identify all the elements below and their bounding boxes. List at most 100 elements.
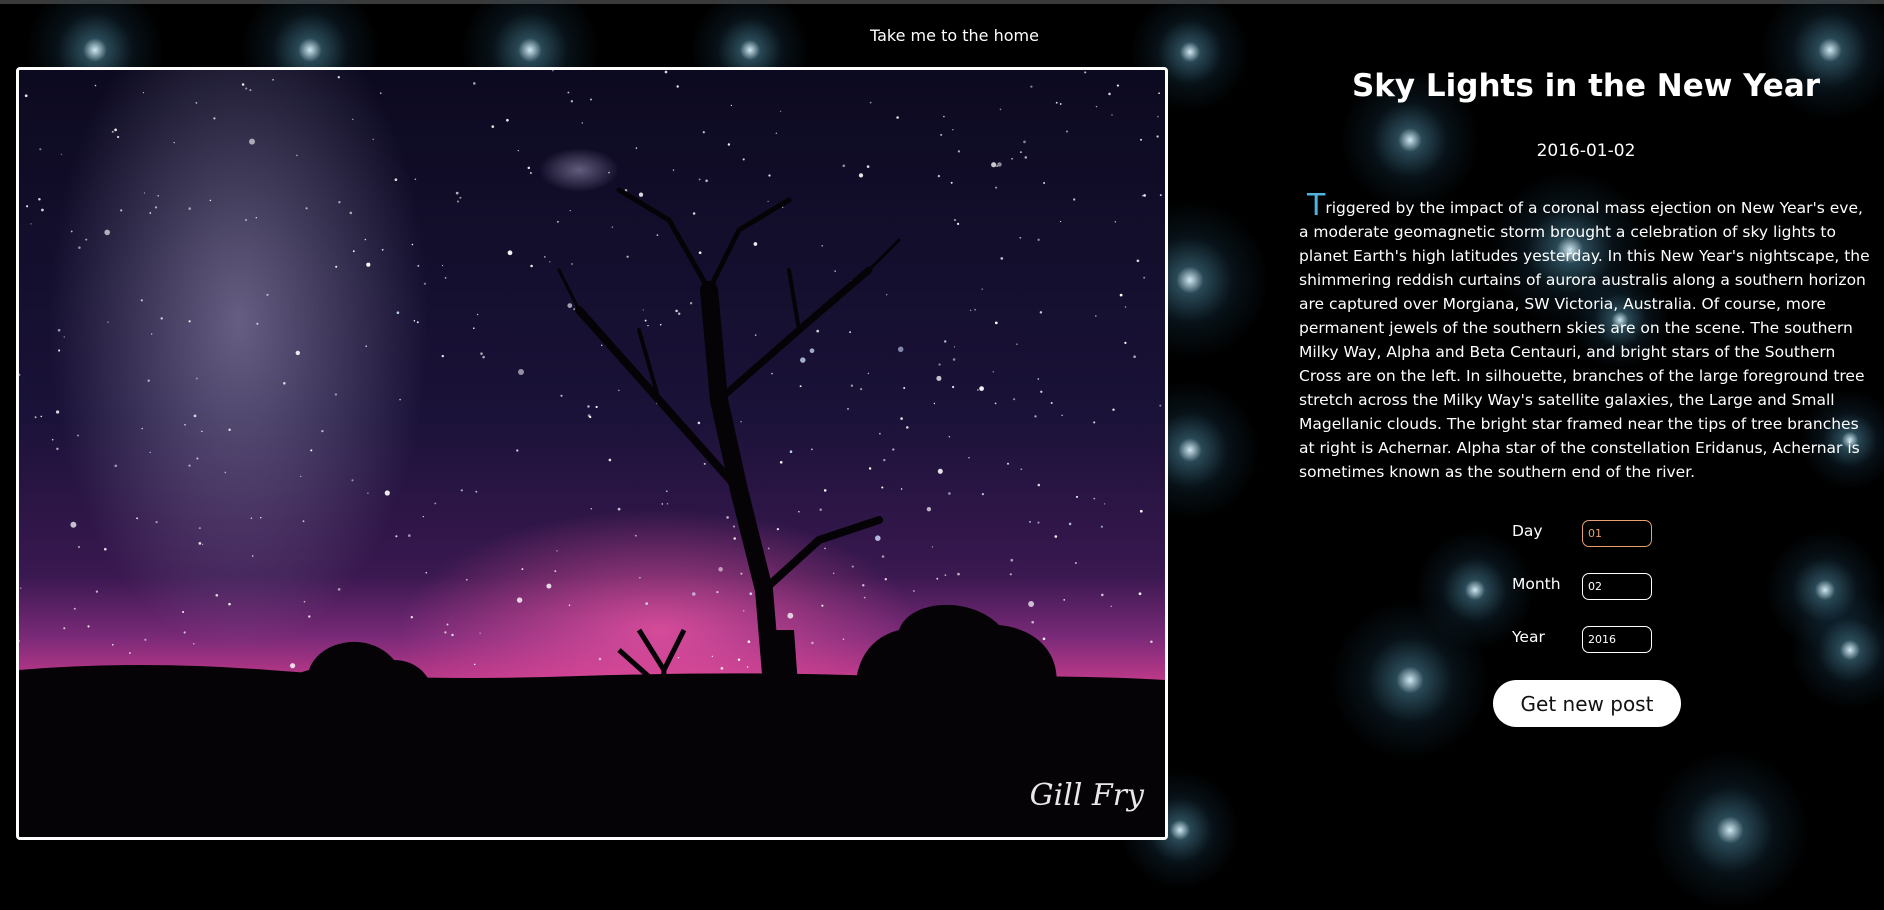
star (656, 234, 659, 236)
star (676, 85, 679, 88)
get-new-post-button[interactable]: Get new post (1493, 680, 1681, 727)
star (475, 490, 478, 493)
star (639, 576, 641, 579)
year-input[interactable] (1582, 626, 1652, 653)
star (250, 517, 253, 519)
star (188, 320, 191, 323)
star (571, 263, 573, 265)
star (337, 76, 340, 79)
star (195, 377, 198, 380)
star (193, 643, 195, 645)
post-title: Sky Lights in the New Year (1351, 68, 1821, 104)
star (70, 521, 77, 528)
star (608, 171, 610, 174)
star (689, 302, 693, 305)
star (365, 345, 367, 347)
star (881, 486, 884, 489)
star (595, 405, 598, 409)
star (775, 132, 778, 135)
year-label: Year (1512, 628, 1545, 646)
star (737, 658, 741, 661)
star (800, 357, 806, 363)
star (1042, 637, 1046, 641)
star (957, 222, 960, 225)
star (863, 596, 866, 599)
star (1116, 84, 1119, 87)
star (957, 572, 960, 576)
star (1156, 135, 1159, 138)
star (1124, 306, 1127, 308)
month-input[interactable] (1582, 573, 1652, 600)
star (1016, 343, 1018, 345)
star (351, 118, 354, 121)
star (590, 507, 593, 510)
star (34, 416, 37, 419)
star (842, 164, 846, 168)
star (821, 604, 824, 607)
star (677, 312, 681, 315)
star (995, 186, 998, 189)
star (422, 515, 424, 518)
star (1037, 483, 1041, 487)
star (798, 510, 800, 513)
star (116, 135, 120, 139)
star (937, 174, 941, 178)
star (530, 264, 533, 268)
home-link[interactable]: Take me to the home (870, 26, 1039, 45)
star (692, 592, 696, 596)
star (981, 288, 983, 290)
star (867, 372, 870, 375)
star (819, 508, 822, 511)
star (39, 148, 42, 151)
star (1095, 315, 1097, 317)
bokeh-light (1650, 750, 1810, 910)
star (144, 638, 147, 641)
star (1006, 462, 1010, 465)
star (747, 640, 751, 644)
star (241, 83, 245, 86)
star (396, 311, 400, 314)
star (40, 415, 43, 418)
star (726, 516, 729, 519)
star (931, 546, 934, 548)
star (974, 308, 976, 311)
star (518, 369, 524, 375)
star (943, 115, 945, 118)
star (413, 319, 416, 322)
star (154, 206, 158, 209)
star (209, 199, 212, 202)
star (1139, 509, 1143, 513)
star (644, 319, 647, 322)
star (703, 462, 706, 465)
magellanic-cloud (539, 148, 619, 192)
star (1011, 157, 1013, 160)
star (1114, 221, 1116, 223)
star (816, 329, 820, 333)
star (611, 226, 614, 228)
star (249, 89, 252, 92)
explanation-text: riggered by the impact of a coronal mass… (1299, 199, 1870, 481)
star (305, 207, 308, 210)
star (1020, 151, 1022, 153)
star (981, 492, 985, 496)
day-input[interactable] (1582, 520, 1652, 547)
star (351, 479, 354, 482)
star (85, 238, 88, 241)
star (507, 250, 513, 256)
star (944, 574, 947, 576)
star (395, 535, 398, 538)
star (626, 255, 629, 258)
star (849, 331, 851, 333)
star (173, 141, 175, 144)
star (1141, 195, 1144, 197)
star (196, 457, 199, 460)
star (570, 100, 574, 103)
star (1159, 194, 1162, 197)
star (933, 402, 936, 405)
star (149, 212, 152, 214)
star (60, 153, 63, 155)
star (1043, 182, 1046, 184)
star (155, 521, 158, 524)
star (969, 309, 972, 312)
star (51, 438, 54, 441)
